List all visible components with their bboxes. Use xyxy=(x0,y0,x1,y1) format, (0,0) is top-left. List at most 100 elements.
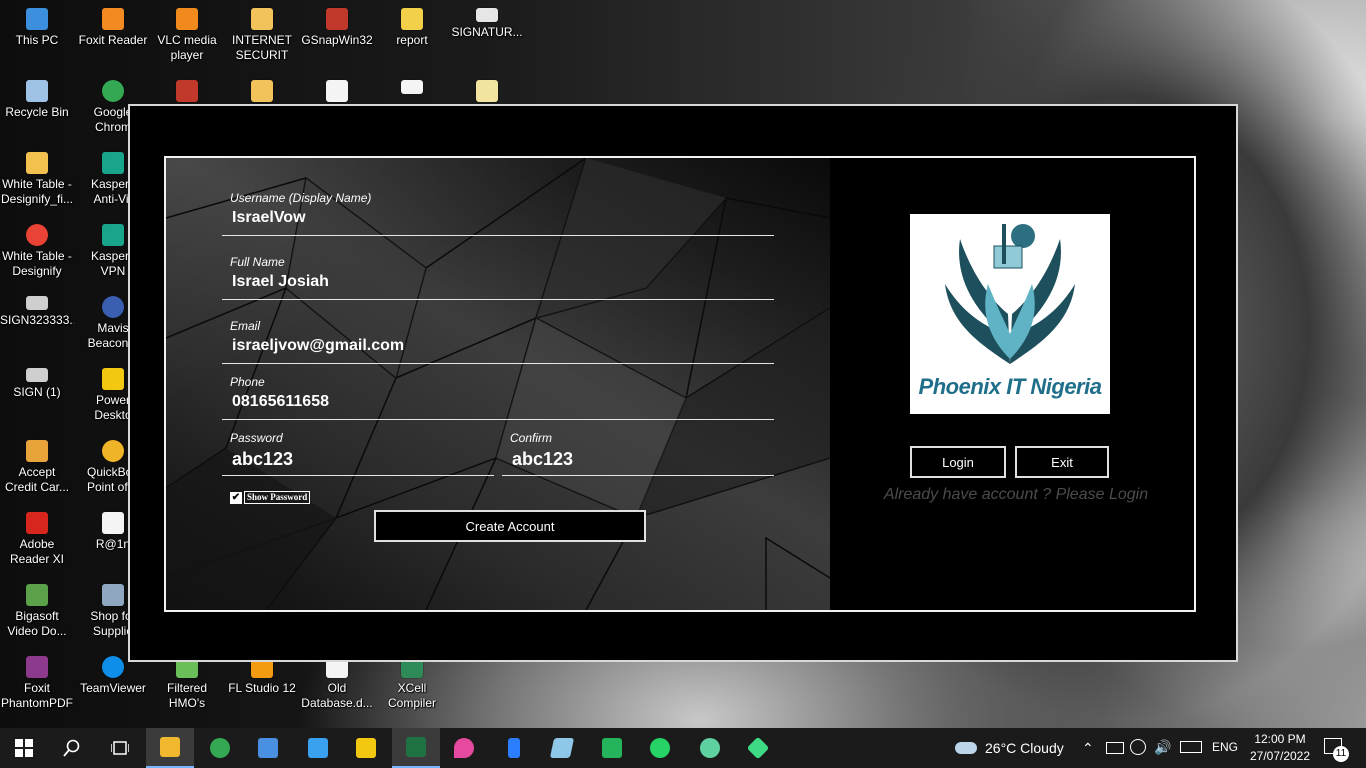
keyboard-icon[interactable] xyxy=(1180,741,1202,753)
taskbar-app-file-explorer[interactable] xyxy=(146,728,194,768)
archive-icon xyxy=(176,80,198,102)
taskbar-app-notes[interactable] xyxy=(538,728,586,768)
search-button[interactable] xyxy=(48,728,96,768)
taskbar-app-atom[interactable] xyxy=(686,728,734,768)
atom-icon xyxy=(700,738,720,758)
desktop-icon-foxit-reader[interactable]: Foxit Reader xyxy=(76,8,150,48)
exit-button[interactable]: Exit xyxy=(1015,446,1109,478)
store-icon xyxy=(258,738,278,758)
taskbar-app-grid[interactable] xyxy=(294,728,342,768)
kaspersky-icon xyxy=(102,224,124,246)
desktop-icon-adobe-reader[interactable]: Adobe Reader XI xyxy=(0,512,74,567)
username-input[interactable]: IsraelVow xyxy=(232,209,702,227)
battery-icon[interactable] xyxy=(1106,742,1124,754)
foxit-icon xyxy=(102,8,124,30)
taskbar-app-chrome[interactable] xyxy=(196,728,244,768)
language-indicator[interactable]: ENG xyxy=(1212,740,1238,754)
image-icon xyxy=(26,368,48,382)
kaspersky-icon xyxy=(102,152,124,174)
confirm-underline xyxy=(502,475,774,476)
username-label: Username (Display Name) xyxy=(230,191,372,205)
password-input[interactable]: abc123 xyxy=(232,449,482,470)
desktop-icon-fl-studio[interactable]: FL Studio 12 xyxy=(225,656,299,696)
chrome-icon xyxy=(210,738,230,758)
volume-icon[interactable]: 🔊 xyxy=(1154,739,1171,756)
desktop-icon-doc-2[interactable] xyxy=(300,80,374,105)
desktop-icon-folder-2[interactable] xyxy=(225,80,299,105)
fullname-input[interactable]: Israel Josiah xyxy=(232,273,702,291)
desktop-icon-image-2[interactable] xyxy=(375,80,449,97)
weather-text: 26°C Cloudy xyxy=(985,740,1064,756)
show-password-checkbox[interactable]: ✔ Show Password xyxy=(230,491,311,504)
desktop-icon-filtered-hmos[interactable]: Filtered HMO's xyxy=(150,656,224,711)
desktop-icon-report[interactable]: report xyxy=(375,8,449,48)
desktop-icon-signature[interactable]: SIGNATUR... xyxy=(450,8,524,40)
desktop-icon-sign323333[interactable]: SIGN323333... xyxy=(0,296,74,328)
image-icon xyxy=(476,8,498,22)
desktop-icon-accept-credit[interactable]: Accept Credit Car... xyxy=(0,440,74,495)
desktop-icon-internet-security[interactable]: INTERNET SECURIT xyxy=(225,8,299,63)
email-input[interactable]: israeljvow@gmail.com xyxy=(232,337,702,355)
printer-icon xyxy=(102,584,124,606)
login-hint-text: Already have account ? Please Login xyxy=(883,486,1149,503)
file-icon xyxy=(26,152,48,174)
green-app-icon xyxy=(602,738,622,758)
registration-form-panel: Username (Display Name) IsraelVow Full N… xyxy=(166,158,830,610)
desktop-icon-archive-2[interactable] xyxy=(150,80,224,105)
desktop-icon-foxit-phantom[interactable]: Foxit PhantomPDF xyxy=(0,656,74,711)
desktop-icon-vlc[interactable]: VLC media player xyxy=(150,8,224,63)
windows-icon xyxy=(15,739,33,757)
archive-icon xyxy=(326,8,348,30)
create-account-button[interactable]: Create Account xyxy=(374,510,646,542)
desktop-icon-white-table[interactable]: White Table - Designify xyxy=(0,224,74,279)
file-icon xyxy=(476,80,498,102)
mavis-icon xyxy=(102,296,124,318)
power-bi-icon xyxy=(356,738,376,758)
phone-input[interactable]: 08165611658 xyxy=(232,393,702,411)
desktop-icon-xcell-compiler[interactable]: XCell Compiler xyxy=(375,656,449,711)
phoenix-icon xyxy=(945,224,1075,364)
network-icon[interactable] xyxy=(1130,739,1146,755)
desktop-icon-bigasoft[interactable]: Bigasoft Video Do... xyxy=(0,584,74,639)
taskbar-app-green[interactable] xyxy=(588,728,636,768)
document-icon xyxy=(326,80,348,102)
task-view-button[interactable] xyxy=(96,728,144,768)
clock-date: 27/07/2022 xyxy=(1249,749,1311,763)
taskbar-app-power-bi[interactable] xyxy=(342,728,390,768)
registration-form-frame: Username (Display Name) IsraelVow Full N… xyxy=(164,156,1196,612)
confirm-password-input[interactable]: abc123 xyxy=(512,449,762,470)
desktop-icon-this-pc[interactable]: This PC xyxy=(0,8,74,48)
computer-icon xyxy=(26,8,48,30)
notes-icon xyxy=(549,738,575,758)
taskbar-app-excel[interactable] xyxy=(392,728,440,768)
paint-drop-icon xyxy=(454,738,474,758)
weather-widget[interactable]: 26°C Cloudy xyxy=(955,728,1064,768)
desktop-icon-recycle-bin[interactable]: Recycle Bin xyxy=(0,80,74,120)
image-icon xyxy=(26,296,48,310)
folder-icon xyxy=(251,80,273,102)
whatsapp-icon xyxy=(650,738,670,758)
image-icon xyxy=(401,80,423,94)
quickbooks-icon xyxy=(102,440,124,462)
show-password-label: Show Password xyxy=(244,491,311,504)
phone-label: Phone xyxy=(230,375,265,389)
desktop-icon-sign-1[interactable]: SIGN (1) xyxy=(0,368,74,400)
fullname-label: Full Name xyxy=(230,255,285,269)
apps-grid-icon xyxy=(308,738,328,758)
desktop-icon-teamviewer[interactable]: TeamViewer xyxy=(76,656,150,696)
login-button[interactable]: Login xyxy=(910,446,1006,478)
desktop-icon-gsnapwin32[interactable]: GSnapWin32 xyxy=(300,8,374,48)
desktop-icon-old-database[interactable]: Old Database.d... xyxy=(300,656,374,711)
desktop-icon-white-table-file[interactable]: White Table - Designify_fi... xyxy=(0,152,74,207)
chevron-up-icon[interactable]: ⌃ xyxy=(1082,740,1094,757)
chrome-icon xyxy=(26,224,48,246)
taskbar-app-paint[interactable] xyxy=(440,728,488,768)
taskbar-app-bluetooth[interactable] xyxy=(490,728,538,768)
desktop-icon-file-2[interactable] xyxy=(450,80,524,105)
taskbar-app-android-studio[interactable] xyxy=(734,728,782,768)
clock[interactable]: 12:00 PM 27/07/2022 xyxy=(1244,731,1316,765)
taskbar-app-whatsapp[interactable] xyxy=(636,728,684,768)
taskbar-app-store[interactable] xyxy=(244,728,292,768)
start-button[interactable] xyxy=(0,728,48,768)
checkbox-checked-icon[interactable]: ✔ xyxy=(230,491,242,504)
